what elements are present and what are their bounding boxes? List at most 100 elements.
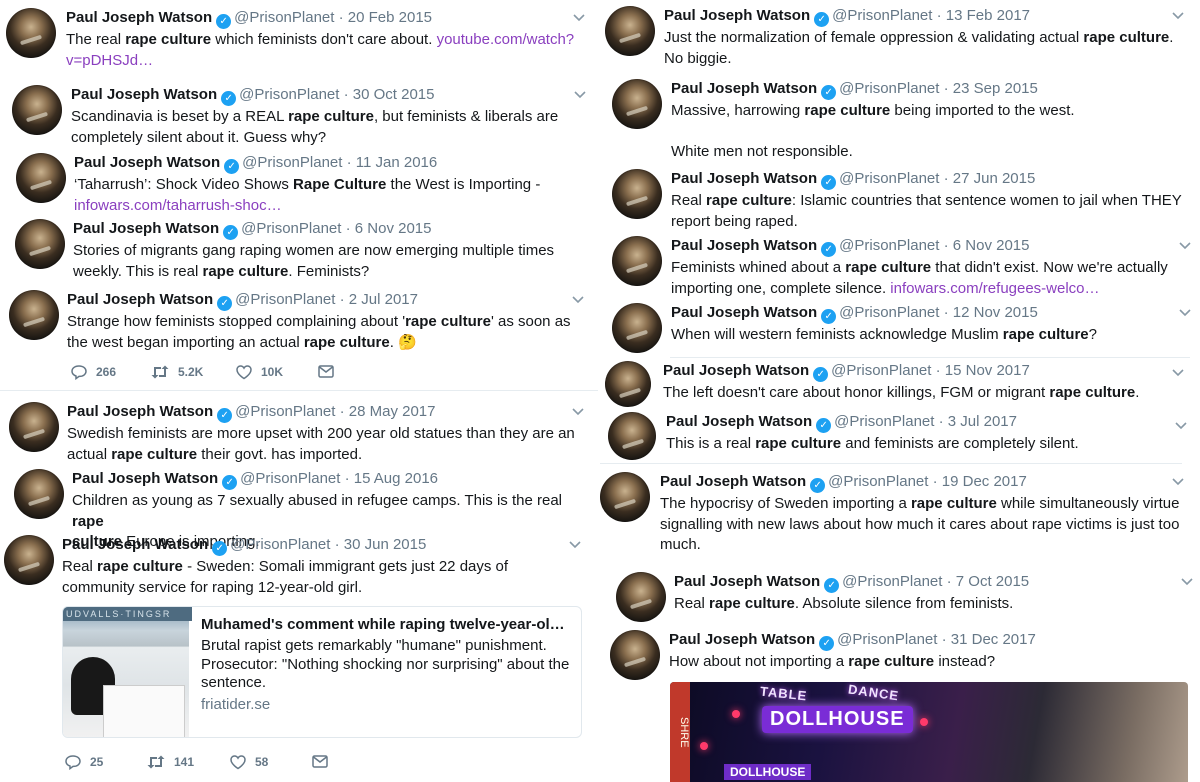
author-handle[interactable]: @PrisonPlanet [839,170,939,187]
chevron-down-icon[interactable] [1178,238,1192,252]
tweet-date[interactable]: 13 Feb 2017 [946,7,1030,24]
author-handle[interactable]: @PrisonPlanet [235,291,335,308]
chevron-down-icon[interactable] [572,10,586,24]
author-name[interactable]: Paul Joseph Watson [71,86,217,103]
tweet[interactable]: Paul Joseph Watson ✓ @PrisonPlanet · 15 No… [605,361,1185,407]
avatar[interactable] [612,236,662,286]
direct-message-button[interactable] [311,754,337,770]
author-name[interactable]: Paul Joseph Watson [73,220,219,237]
author-name[interactable]: Paul Joseph Watson [72,470,218,487]
tweet[interactable]: Paul Joseph Watson ✓ @PrisonPlanet · 30 Ju… [4,535,582,599]
avatar[interactable] [9,290,59,340]
like-button[interactable]: 10K [235,364,283,380]
author-name[interactable]: Paul Joseph Watson [664,7,810,24]
retweet-button[interactable]: 141 [146,754,194,770]
chevron-down-icon[interactable] [1171,365,1185,379]
tweet-date[interactable]: 30 Jun 2015 [344,536,427,553]
tweet-date[interactable]: 15 Aug 2016 [354,470,438,487]
tweet[interactable]: Paul Joseph Watson ✓ @PrisonPlanet · 23 Se… [612,79,1192,161]
chevron-down-icon[interactable] [1171,8,1185,22]
author-name[interactable]: Paul Joseph Watson [671,170,817,187]
tweet[interactable]: Paul Joseph Watson ✓ @PrisonPlanet · 27 Ju… [612,169,1192,231]
tweet-date[interactable]: 11 Jan 2016 [356,154,437,171]
author-name[interactable]: Paul Joseph Watson [671,80,817,97]
chevron-down-icon[interactable] [573,87,587,101]
author-handle[interactable]: @PrisonPlanet [834,413,934,430]
tweet-link[interactable]: infowars.com/refugees-welco… [890,280,1099,297]
chevron-down-icon[interactable] [1180,574,1194,588]
tweet-media-image[interactable]: SHRE TABLE DANCE DOLLHOUSE DOLLHOUSE [670,682,1188,782]
avatar[interactable] [612,79,662,129]
tweet-date[interactable]: 19 Dec 2017 [942,473,1027,490]
author-handle[interactable]: @PrisonPlanet [239,86,339,103]
avatar[interactable] [600,472,650,522]
like-button[interactable]: 58 [229,754,268,770]
author-handle[interactable]: @PrisonPlanet [839,80,939,97]
chevron-down-icon[interactable] [571,292,585,306]
tweet[interactable]: Paul Joseph Watson ✓ @PrisonPlanet · 6 Nov… [612,236,1192,298]
avatar[interactable] [9,402,59,452]
author-name[interactable]: Paul Joseph Watson [660,473,806,490]
author-name[interactable]: Paul Joseph Watson [66,9,212,26]
tweet-date[interactable]: 27 Jun 2015 [953,170,1036,187]
author-name[interactable]: Paul Joseph Watson [67,403,213,420]
author-handle[interactable]: @PrisonPlanet [234,9,334,26]
retweet-button[interactable]: 5.2K [150,364,203,380]
author-name[interactable]: Paul Joseph Watson [67,291,213,308]
avatar[interactable] [4,535,54,585]
author-name[interactable]: Paul Joseph Watson [666,413,812,430]
author-name[interactable]: Paul Joseph Watson [671,237,817,254]
author-handle[interactable]: @PrisonPlanet [235,403,335,420]
avatar[interactable] [612,303,662,353]
tweet-date[interactable]: 2 Jul 2017 [349,291,418,308]
tweet[interactable]: Paul Joseph Watson ✓ @PrisonPlanet · 31 De… [610,630,1190,680]
tweet[interactable]: Paul Joseph Watson ✓ @PrisonPlanet · 11 Ja… [16,153,590,214]
tweet-date[interactable]: 3 Jul 2017 [948,413,1017,430]
author-handle[interactable]: @PrisonPlanet [842,573,942,590]
avatar[interactable] [616,572,666,622]
tweet-date[interactable]: 20 Feb 2015 [348,9,432,26]
tweet-date[interactable]: 31 Dec 2017 [951,631,1036,648]
author-name[interactable]: Paul Joseph Watson [669,631,815,648]
tweet-date[interactable]: 6 Nov 2015 [953,237,1030,254]
author-name[interactable]: Paul Joseph Watson [671,304,817,321]
tweet[interactable]: Paul Joseph Watson ✓ @PrisonPlanet · 6 Nov… [15,219,595,281]
tweet[interactable]: Paul Joseph Watson ✓ @PrisonPlanet · 19 De… [600,472,1185,554]
tweet[interactable]: Paul Joseph Watson ✓ @PrisonPlanet · 7 Oct… [616,572,1194,624]
avatar[interactable] [605,6,655,56]
tweet-date[interactable]: 7 Oct 2015 [956,573,1029,590]
tweet-date[interactable]: 6 Nov 2015 [355,220,432,237]
avatar[interactable] [612,169,662,219]
avatar[interactable] [608,412,656,460]
avatar[interactable] [12,85,62,135]
avatar[interactable] [16,153,66,203]
author-handle[interactable]: @PrisonPlanet [241,220,341,237]
author-handle[interactable]: @PrisonPlanet [839,304,939,321]
tweet[interactable]: Paul Joseph Watson ✓ @PrisonPlanet · 12 No… [612,303,1192,355]
avatar[interactable] [6,8,56,58]
reply-button[interactable]: 25 [64,754,103,771]
avatar[interactable] [610,630,660,680]
author-handle[interactable]: @PrisonPlanet [828,473,928,490]
tweet[interactable]: Paul Joseph Watson ✓ @PrisonPlanet · 20 Fe… [6,8,586,78]
tweet-date[interactable]: 28 May 2017 [349,403,436,420]
tweet[interactable]: Paul Joseph Watson ✓ @PrisonPlanet · 3 Jul… [608,412,1188,462]
tweet[interactable]: Paul Joseph Watson ✓ @PrisonPlanet · 30 Oc… [12,85,587,146]
author-handle[interactable]: @PrisonPlanet [240,470,340,487]
tweet-link[interactable]: infowars.com/taharrush-shoc… [74,197,282,214]
chevron-down-icon[interactable] [1178,305,1192,319]
tweet-date[interactable]: 23 Sep 2015 [953,80,1038,97]
direct-message-button[interactable] [317,364,343,380]
author-name[interactable]: Paul Joseph Watson [674,573,820,590]
author-name[interactable]: Paul Joseph Watson [74,154,220,171]
tweet[interactable]: Paul Joseph Watson ✓ @PrisonPlanet · 13 Fe… [605,6,1185,68]
link-card[interactable]: UDVALLS·TINGSR Muhamed's comment while r… [62,606,582,738]
reply-button[interactable]: 266 [70,364,116,381]
author-name[interactable]: Paul Joseph Watson [663,362,809,379]
author-handle[interactable]: @PrisonPlanet [242,154,342,171]
author-name[interactable]: Paul Joseph Watson [62,536,208,553]
chevron-down-icon[interactable] [1174,418,1188,432]
tweet-date[interactable]: 30 Oct 2015 [353,86,435,103]
author-handle[interactable]: @PrisonPlanet [839,237,939,254]
author-handle[interactable]: @PrisonPlanet [831,362,931,379]
